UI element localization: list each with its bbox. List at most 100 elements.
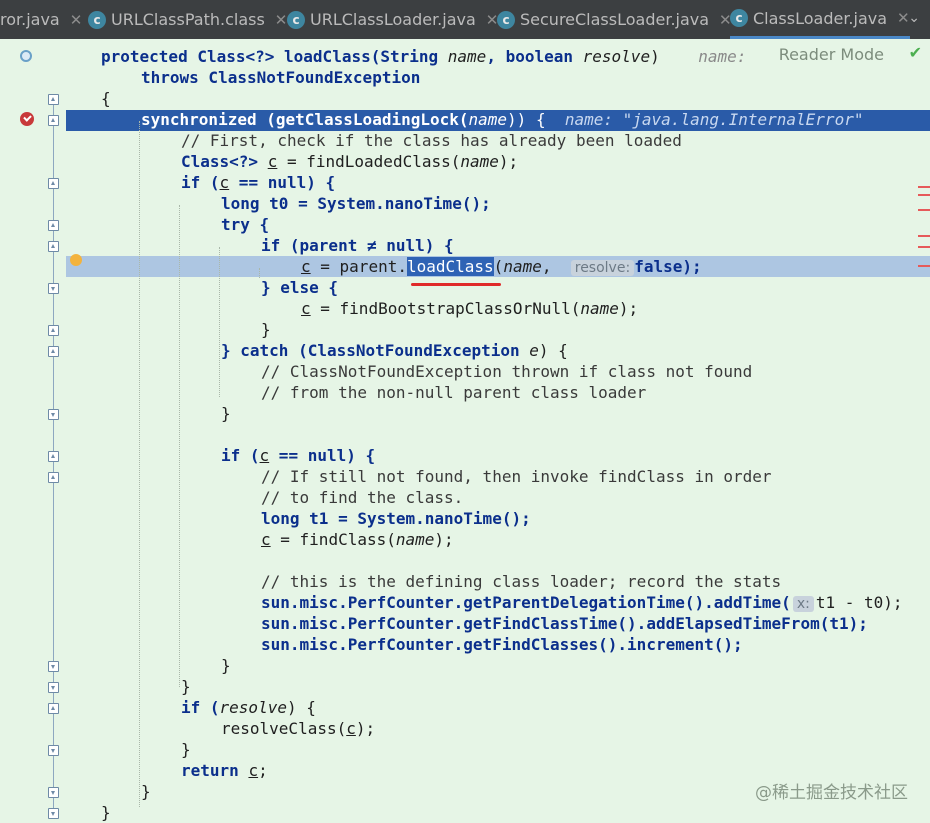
code-line[interactable]: long t0 = System.nanoTime(); — [221, 193, 491, 214]
code-line[interactable]: // If still not found, then invoke findC… — [261, 466, 772, 487]
fold-icon[interactable] — [48, 787, 59, 798]
breakpoint-icon[interactable] — [20, 112, 34, 126]
code-line[interactable]: sun.misc.PerfCounter.getFindClasses().in… — [261, 634, 743, 655]
editor-gutter[interactable] — [0, 39, 82, 823]
code-token: try { — [221, 215, 270, 234]
error-stripe-marker[interactable] — [918, 186, 930, 188]
fold-icon[interactable] — [48, 808, 59, 819]
code-token: } — [221, 656, 231, 675]
override-method-icon[interactable] — [20, 50, 32, 62]
indent-guide — [139, 121, 140, 807]
code-token: } — [181, 677, 191, 696]
code-line[interactable]: } else { — [261, 277, 338, 298]
lightbulb-icon[interactable] — [70, 254, 82, 266]
code-comment: // this is the defining class loader; re… — [261, 572, 782, 591]
code-token: } — [181, 740, 191, 759]
fold-icon[interactable] — [48, 745, 59, 756]
code-comment: // First, check if the class has already… — [181, 131, 682, 150]
error-stripe-marker[interactable] — [918, 246, 930, 248]
code-token: sun.misc.PerfCounter.getParentDelegation… — [261, 593, 791, 612]
class-icon: c — [287, 10, 305, 29]
code-line[interactable]: if (c == null) { — [221, 445, 375, 466]
code-token: c — [261, 530, 271, 549]
code-token: protected Class<?> loadClass(String — [101, 47, 448, 66]
code-line[interactable]: } catch (ClassNotFoundException e) { — [221, 340, 568, 361]
check-icon[interactable]: ✔ — [909, 43, 922, 62]
code-line[interactable]: protected Class<?> loadClass(String name… — [101, 46, 746, 67]
fold-icon[interactable] — [48, 409, 59, 420]
code-line[interactable]: } — [221, 403, 231, 424]
code-line[interactable]: resolveClass(c); — [221, 718, 375, 739]
code-line[interactable]: c = findBootstrapClassOrNull(name); — [301, 298, 638, 319]
indent-guide — [219, 247, 220, 397]
code-line[interactable]: // from the non-null parent class loader — [261, 382, 646, 403]
fold-icon[interactable] — [48, 682, 59, 693]
watermark: @稀土掘金技术社区 — [755, 783, 908, 803]
debug-inline-label: name: — [698, 47, 747, 66]
class-icon: c — [88, 10, 106, 29]
error-stripe-marker[interactable] — [918, 209, 930, 211]
fold-icon[interactable] — [48, 241, 59, 252]
code-line[interactable]: } — [261, 319, 271, 340]
fold-icon[interactable] — [48, 346, 59, 357]
code-line[interactable]: // ClassNotFoundException thrown if clas… — [261, 361, 752, 382]
code-line[interactable]: } — [181, 676, 191, 697]
code-line[interactable]: if (c == null) { — [181, 172, 335, 193]
tab-urlclasspath[interactable]: c URLClassPath.class ✕ — [88, 0, 287, 39]
fold-icon[interactable] — [48, 220, 59, 231]
code-line[interactable]: Class<?> c = findLoadedClass(name); — [181, 151, 518, 172]
code-line[interactable]: if (parent ≠ null) { — [261, 235, 454, 256]
fold-icon[interactable] — [48, 661, 59, 672]
error-stripe-marker[interactable] — [918, 235, 930, 237]
code-line[interactable]: } — [101, 802, 111, 823]
code-line[interactable]: return c; — [181, 760, 268, 781]
reader-mode-button[interactable]: Reader Mode — [779, 45, 884, 64]
error-stripe-marker[interactable] — [918, 265, 930, 267]
code-token: name — [503, 257, 542, 276]
chevron-down-icon[interactable]: ⌄ — [908, 10, 920, 26]
code-line[interactable]: try { — [221, 214, 269, 235]
tab-label: SecureClassLoader.java — [520, 10, 710, 29]
code-comment: // ClassNotFoundException thrown if clas… — [261, 362, 753, 381]
code-line[interactable]: c = parent.loadClass(name, resolve: false… — [301, 256, 702, 277]
code-line[interactable]: { — [101, 88, 111, 109]
close-icon[interactable]: ✕ — [70, 11, 83, 29]
code-token: name — [460, 152, 499, 171]
fold-icon[interactable] — [48, 472, 59, 483]
tab-urlclassloader[interactable]: c URLClassLoader.java ✕ — [287, 0, 498, 39]
code-line[interactable]: // this is the defining class loader; re… — [261, 571, 781, 592]
code-line[interactable]: synchronized (getClassLoadingLock(name))… — [141, 109, 863, 130]
code-token: resolve — [582, 47, 651, 66]
selected-method-name[interactable]: loadClass — [406, 257, 494, 276]
code-editor[interactable]: protected Class<?> loadClass(String name… — [0, 39, 930, 823]
fold-icon[interactable] — [48, 451, 59, 462]
code-line[interactable]: sun.misc.PerfCounter.getParentDelegation… — [261, 592, 903, 613]
tab-classloader[interactable]: c ClassLoader.java ✕ — [730, 0, 910, 39]
fold-icon[interactable] — [48, 283, 59, 294]
code-token: , boolean — [486, 47, 583, 66]
code-line[interactable]: } — [141, 781, 151, 802]
code-line[interactable]: sun.misc.PerfCounter.getFindClassTime().… — [261, 613, 868, 634]
tab-error-java[interactable]: ror.java ✕ — [0, 0, 82, 39]
code-line[interactable]: // to find the class. — [261, 487, 463, 508]
code-token: Class<?> — [181, 152, 268, 171]
code-line[interactable]: c = findClass(name); — [261, 529, 454, 550]
code-line[interactable]: throws ClassNotFoundException — [141, 67, 420, 88]
code-token: = findClass( — [270, 530, 396, 549]
code-line[interactable]: // First, check if the class has already… — [181, 130, 682, 151]
fold-icon[interactable] — [48, 703, 59, 714]
fold-icon[interactable] — [48, 115, 59, 126]
fold-icon[interactable] — [48, 94, 59, 105]
fold-icon[interactable] — [48, 325, 59, 336]
error-stripe-marker[interactable] — [918, 194, 930, 196]
close-icon[interactable]: ✕ — [275, 11, 288, 29]
code-line[interactable]: } — [181, 739, 191, 760]
code-comment: // to find the class. — [261, 488, 464, 507]
code-line[interactable]: } — [221, 655, 231, 676]
code-token: ) — [650, 47, 660, 66]
code-line[interactable]: if (resolve) { — [181, 697, 316, 718]
code-line[interactable]: long t1 = System.nanoTime(); — [261, 508, 531, 529]
tab-secureclassloader[interactable]: c SecureClassLoader.java ✕ — [497, 0, 732, 39]
code-token: synchronized (getClassLoadingLock( — [141, 110, 469, 129]
fold-icon[interactable] — [48, 178, 59, 189]
